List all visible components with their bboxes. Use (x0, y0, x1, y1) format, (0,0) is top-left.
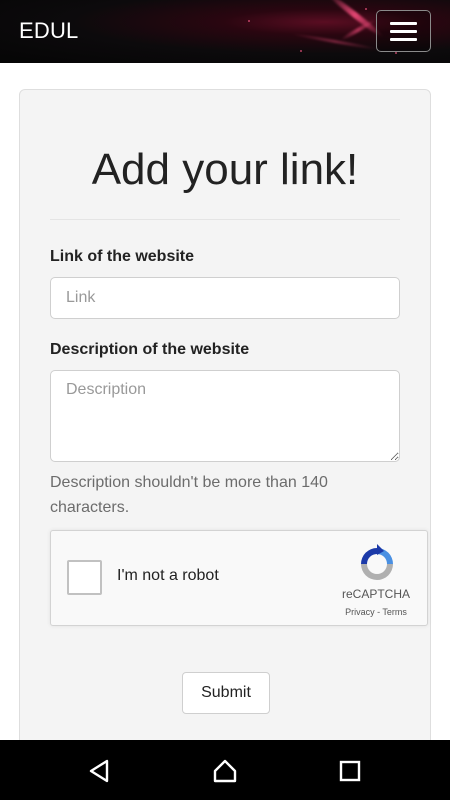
header-background-star (300, 50, 302, 52)
back-triangle-icon[interactable] (87, 758, 113, 784)
page-title: Add your link! (91, 145, 359, 194)
hamburger-menu-button[interactable] (376, 10, 431, 52)
hamburger-menu-icon (390, 37, 417, 41)
header-background-star (248, 20, 250, 22)
header-background-star (395, 52, 397, 54)
recent-apps-square-icon[interactable] (337, 758, 363, 784)
hamburger-menu-icon (390, 29, 417, 33)
recaptcha-widget: I'm not a robot reCAPTCHA Privacy - Term… (50, 530, 428, 626)
header-background-star (365, 8, 367, 10)
submit-button[interactable]: Submit (182, 672, 270, 714)
link-label: Link of the website (50, 248, 195, 265)
hamburger-menu-icon (390, 21, 417, 25)
header-background-streak (290, 32, 380, 51)
description-textarea[interactable] (50, 370, 400, 462)
add-link-card: Add your link! Link of the website Descr… (19, 89, 431, 789)
recaptcha-logo-icon (361, 544, 393, 580)
recaptcha-label: I'm not a robot (117, 567, 219, 584)
recaptcha-checkbox[interactable] (67, 560, 102, 595)
description-help-text: Description shouldn't be more than 140 c… (50, 474, 328, 516)
link-input[interactable] (50, 277, 400, 319)
navbar-brand[interactable]: EDUL (19, 18, 79, 44)
description-label: Description of the website (50, 341, 250, 358)
title-divider (50, 219, 400, 220)
navbar: EDUL (0, 0, 450, 63)
home-icon[interactable] (212, 758, 238, 784)
recaptcha-terms-link[interactable]: Privacy - Terms (321, 607, 431, 617)
android-navigation-bar (0, 740, 450, 800)
recaptcha-brand: reCAPTCHA (341, 587, 410, 601)
